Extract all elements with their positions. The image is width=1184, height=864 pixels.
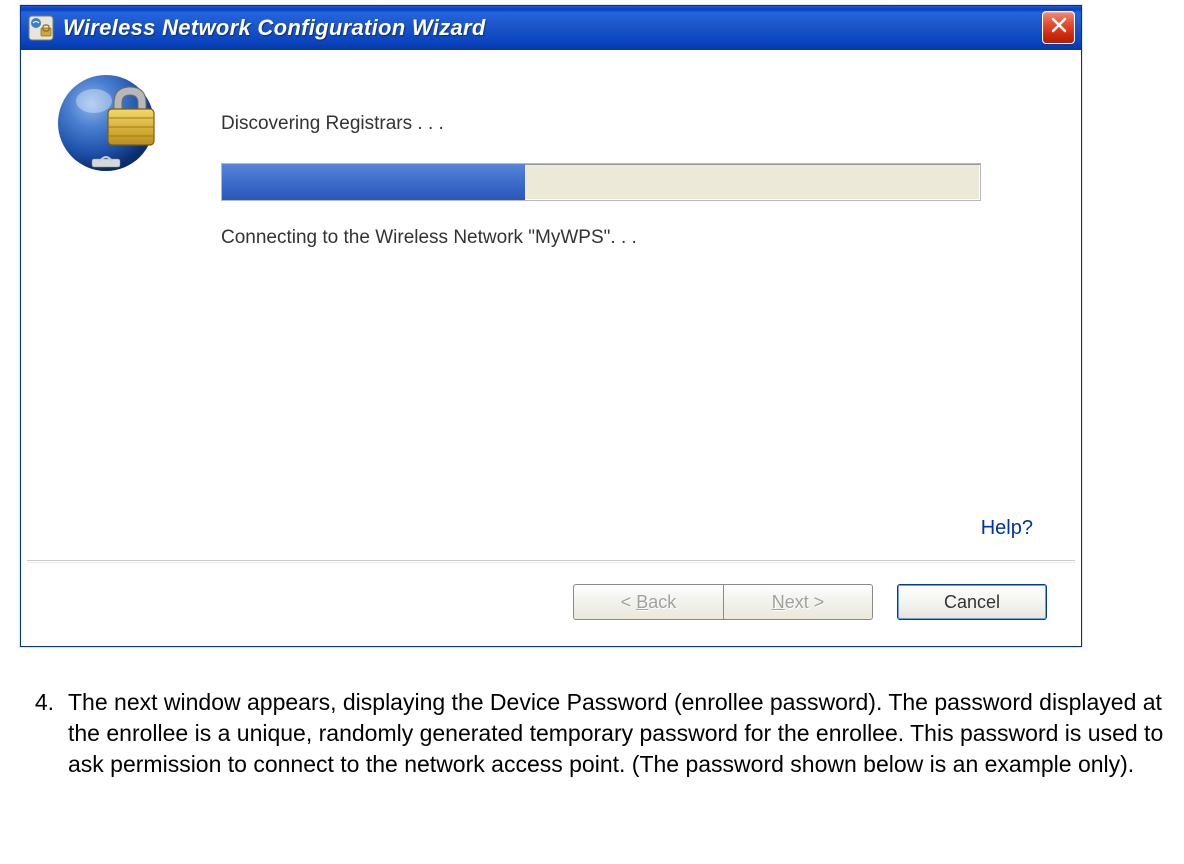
- button-row: < Back Next > Cancel: [21, 562, 1081, 646]
- window-body: Discovering Registrars . . . Connecting …: [21, 50, 1081, 646]
- back-rest: ack: [648, 592, 676, 612]
- step-text: The next window appears, displaying the …: [68, 687, 1184, 780]
- step-number: 4.: [20, 687, 68, 718]
- close-button[interactable]: [1042, 11, 1075, 44]
- dialog-window: Wireless Network Configuration Wizard: [20, 5, 1082, 647]
- instruction-step: 4. The next window appears, displaying t…: [20, 687, 1184, 780]
- progress-bar: [221, 163, 981, 201]
- status-section: Discovering Registrars . . . Connecting …: [221, 113, 1051, 249]
- help-link[interactable]: Help?: [981, 517, 1033, 540]
- next-key: N: [772, 592, 785, 612]
- connecting-label: Connecting to the Wireless Network "MyWP…: [221, 227, 1051, 249]
- back-prefix: <: [621, 592, 637, 612]
- wireless-lock-icon: [56, 73, 166, 183]
- discovering-label: Discovering Registrars . . .: [221, 113, 1051, 135]
- titlebar[interactable]: Wireless Network Configuration Wizard: [21, 6, 1081, 50]
- next-rest: ext >: [785, 592, 825, 612]
- close-icon: [1050, 16, 1068, 39]
- window-title: Wireless Network Configuration Wizard: [63, 15, 486, 41]
- app-icon: [27, 14, 55, 42]
- progress-fill: [222, 164, 525, 200]
- back-button: < Back: [573, 584, 723, 620]
- cancel-button[interactable]: Cancel: [897, 584, 1047, 620]
- next-button: Next >: [723, 584, 873, 620]
- content-area: Discovering Registrars . . . Connecting …: [21, 50, 1081, 560]
- back-key: B: [636, 592, 648, 612]
